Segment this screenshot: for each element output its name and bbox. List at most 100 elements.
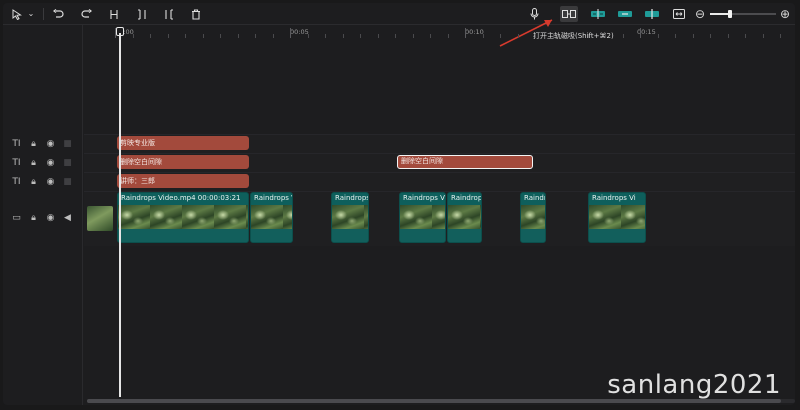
ruler-tick <box>587 34 589 38</box>
video-clip[interactable]: Raindrops Vi <box>250 192 293 243</box>
split-icon[interactable] <box>106 6 122 22</box>
split-right-icon[interactable] <box>161 6 177 22</box>
main-track-magnet-icon[interactable] <box>560 6 578 22</box>
ruler-tick <box>132 34 134 38</box>
video-clip-audio-strip <box>400 229 445 242</box>
ruler-tick <box>517 34 519 38</box>
ruler-tick <box>780 34 781 38</box>
volume-icon: ■ <box>63 139 72 149</box>
ruler-tick <box>710 34 711 38</box>
ruler-tick <box>395 34 396 38</box>
timeline-panel: ⌄ ⊖ ⊕ 打开主轨磁吸(Shift+⌘2) 00:00 00:05 00:10… <box>3 3 795 405</box>
video-clip-thumbnails <box>521 205 545 229</box>
video-clip-thumbnails <box>332 205 368 229</box>
eye-icon[interactable]: ◉ <box>45 213 56 223</box>
text-track-header: TI 🔒︎ ◉ ■ <box>11 137 73 151</box>
ruler-tick <box>220 34 221 38</box>
ruler-tick <box>342 34 344 38</box>
video-clip-thumbnails <box>448 205 481 229</box>
lock-icon[interactable]: 🔒︎ <box>28 177 39 187</box>
app-window: ⌄ ⊖ ⊕ 打开主轨磁吸(Shift+⌘2) 00:00 00:05 00:10… <box>0 0 800 410</box>
ruler-tick <box>465 28 466 38</box>
ruler-tick <box>150 34 151 38</box>
eye-icon[interactable]: ◉ <box>45 177 56 187</box>
video-clip-title: Raindrops Vi <box>592 194 636 202</box>
split-left-icon[interactable] <box>134 6 150 22</box>
video-clip[interactable]: Raindrops Vi <box>399 192 446 243</box>
fit-timeline-icon[interactable] <box>671 6 687 22</box>
video-clip-title: Raindrops <box>335 194 369 202</box>
ruler-tick <box>430 34 431 38</box>
zoom-slider-handle[interactable] <box>727 10 732 18</box>
video-clip-title: Raindrops <box>451 194 482 202</box>
video-clip-audio-strip <box>448 229 481 242</box>
text-track-icon: TI <box>12 139 21 149</box>
ruler-tick <box>482 34 484 38</box>
text-clip[interactable]: 剪映专业版 <box>117 136 249 150</box>
ruler-tick <box>185 34 186 38</box>
lock-icon[interactable]: 🔒︎ <box>28 139 39 149</box>
video-clip-thumbnails <box>118 205 248 229</box>
zoom-in-icon[interactable]: ⊕ <box>777 6 793 22</box>
text-track-header: TI 🔒︎ ◉ ■ <box>11 156 73 170</box>
ruler-tick <box>500 34 501 38</box>
ruler-tick <box>307 34 309 38</box>
text-track-icon: TI <box>12 177 21 187</box>
video-icon: ▭ <box>12 213 21 223</box>
video-clip-audio-strip <box>589 229 645 242</box>
ruler-tick <box>552 34 554 38</box>
video-clip-thumbnails <box>400 205 445 229</box>
ruler-tick <box>255 34 256 38</box>
video-clip-title: Raindr <box>524 194 546 202</box>
redo-icon[interactable] <box>78 6 94 22</box>
video-clip[interactable]: Raindrops <box>331 192 369 243</box>
playhead-line[interactable] <box>119 33 121 397</box>
lock-icon[interactable]: 🔒︎ <box>28 213 39 223</box>
ruler-tick <box>640 28 641 38</box>
ruler-tick <box>325 34 326 38</box>
lock-icon[interactable]: 🔒︎ <box>28 158 39 168</box>
video-clip-audio-strip <box>521 229 545 242</box>
microphone-icon[interactable] <box>526 6 542 22</box>
video-clip[interactable]: Raindrops <box>447 192 482 243</box>
auto-snap-icon[interactable] <box>589 6 607 22</box>
ruler-tick <box>657 34 659 38</box>
eye-icon[interactable]: ◉ <box>45 158 56 168</box>
video-clip[interactable]: Raindr <box>520 192 546 243</box>
ruler-tick <box>202 34 204 38</box>
main-track-cover[interactable] <box>87 206 113 231</box>
text-clip[interactable]: 删除空白间隙 <box>117 155 249 169</box>
watermark: sanlang2021 <box>607 370 781 400</box>
speaker-icon[interactable]: ◀ <box>62 213 73 223</box>
time-ruler[interactable]: 00:00 00:05 00:10 00:15 <box>115 25 795 39</box>
zoom-out-icon[interactable]: ⊖ <box>692 6 708 22</box>
preview-axis-icon[interactable] <box>643 6 661 22</box>
ruler-tick <box>692 34 694 38</box>
linkage-icon[interactable] <box>616 6 634 22</box>
undo-icon[interactable] <box>50 6 66 22</box>
ruler-tick <box>762 34 764 38</box>
ruler-tick <box>570 34 571 38</box>
text-clip[interactable]: 讲师：三郎 <box>117 174 249 188</box>
ruler-tick <box>447 34 449 38</box>
video-track-header: ▭ 🔒︎ ◉ ◀ <box>11 211 73 225</box>
video-clip-title: Raindrops Vi <box>403 194 446 202</box>
ruler-label: 00:10 <box>465 28 484 36</box>
ruler-tick <box>377 34 379 38</box>
track-header-column: TI 🔒︎ ◉ ■ TI 🔒︎ ◉ ■ TI 🔒︎ ◉ ■ ▭ 🔒︎ ◉ ◀ <box>3 25 83 405</box>
ruler-tick <box>622 34 624 38</box>
ruler-tick <box>290 28 291 38</box>
video-clip-title: Raindrops Vi <box>254 194 292 202</box>
trash-icon[interactable] <box>188 6 204 22</box>
ruler-tick <box>272 34 274 38</box>
text-clip-selected[interactable]: 删除空白间隙 <box>397 155 533 169</box>
video-clip[interactable]: Raindrops Video.mp4 00:00:03:21 <box>117 192 249 243</box>
video-clip[interactable]: Raindrops Vi <box>588 192 646 243</box>
zoom-slider-fill <box>710 13 730 15</box>
chevron-down-icon[interactable]: ⌄ <box>23 6 39 22</box>
video-clip-audio-strip <box>251 229 292 242</box>
eye-icon[interactable]: ◉ <box>45 139 56 149</box>
video-clip-title: Raindrops Video.mp4 00:00:03:21 <box>121 194 241 202</box>
zoom-slider[interactable] <box>710 10 776 18</box>
timeline-toolbar: ⌄ ⊖ ⊕ <box>3 3 795 25</box>
